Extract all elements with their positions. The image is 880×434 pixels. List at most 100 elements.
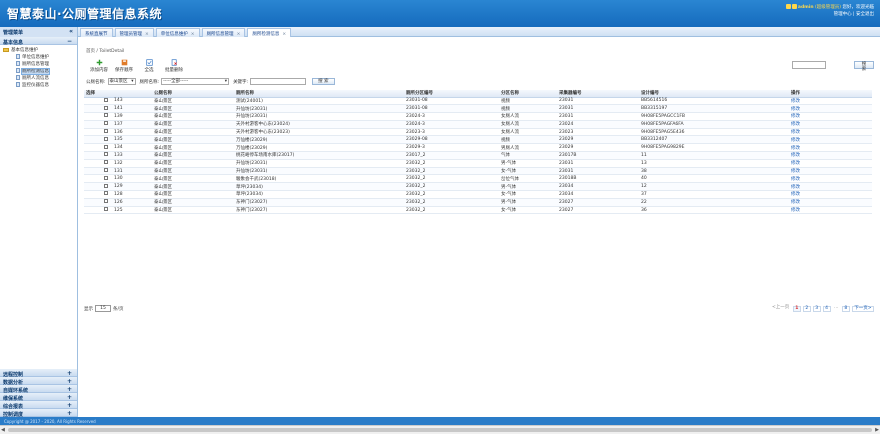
edit-link[interactable]: 修改 (789, 120, 872, 129)
edit-link[interactable]: 修改 (789, 151, 872, 160)
pagination: <上一页 1 2 3 4... 8 下一页> (769, 305, 874, 312)
row-checkbox[interactable] (104, 160, 108, 165)
tab-2[interactable]: 单位信息维护 × (155, 28, 200, 37)
table-row[interactable]: 141 泰山景区 升仙坊(23031) 23031-08 视频 23031 BB331519… (84, 104, 872, 114)
row-checkbox[interactable] (104, 175, 108, 180)
page-last[interactable]: 8 (841, 306, 850, 312)
table-row[interactable]: 126 泰山景区 东神门(23027) 23032_2 男-气体 23027 22 修改 (84, 198, 872, 207)
page-4[interactable]: 4 (822, 306, 831, 312)
quick-search-input[interactable] (792, 61, 826, 69)
tree-root[interactable]: 基本信息维护 (3, 47, 74, 54)
toilet-select[interactable]: -----全部----- (161, 78, 230, 85)
tree-item-2[interactable]: 厕所检测信息 (3, 68, 74, 75)
save-order-button[interactable]: 保存顺序 (113, 59, 135, 73)
scroll-right-icon[interactable]: ▶ (875, 427, 879, 433)
tree-item-1[interactable]: 厕所信息管理 (3, 61, 74, 68)
sidebar-section-4[interactable]: 综合报表 + (0, 401, 77, 410)
tree-item-0[interactable]: 单位信息维护 (3, 54, 74, 61)
edit-link[interactable]: 修改 (789, 174, 872, 184)
table-row[interactable]: 129 泰山景区 草坪(23034) 23032_2 男-气体 23034 12 修改 (84, 182, 872, 192)
expand-icon[interactable]: + (67, 378, 72, 385)
close-icon[interactable]: × (237, 32, 241, 37)
tree-item-3[interactable]: 厕所人流信息 (3, 75, 74, 82)
collapse-toggle-icon[interactable]: − (67, 38, 72, 45)
table-row[interactable]: 136 泰山景区 天外村游客中心东(23023) 23023-3 女厕人流 23023 9H… (84, 128, 872, 137)
edit-link[interactable]: 修改 (789, 159, 872, 168)
tab-4[interactable]: 厕所检测信息 × (247, 28, 292, 37)
edit-link[interactable]: 修改 (789, 104, 872, 114)
page-size-input[interactable]: 15 (95, 305, 111, 312)
expand-icon[interactable]: + (67, 370, 72, 377)
tab-3[interactable]: 厕所信息管理 × (201, 28, 246, 37)
prev-page[interactable]: <上一页 (771, 305, 791, 312)
sidebar-section-3[interactable]: 维保系统 + (0, 393, 77, 402)
scroll-left-icon[interactable]: ◀ (1, 427, 5, 433)
header-links[interactable]: 管理中心 | 安全退出 (786, 11, 874, 18)
edit-link[interactable]: 修改 (789, 182, 872, 192)
search-button[interactable]: 搜 索 (312, 78, 335, 85)
close-icon[interactable]: × (282, 32, 286, 37)
row-checkbox[interactable] (104, 191, 108, 196)
table-row[interactable]: 137 泰山景区 天外村游客中心东(23024) 23024-3 女厕人流 23024 9H… (84, 120, 872, 129)
edit-link[interactable]: 修改 (789, 128, 872, 137)
edit-link[interactable]: 修改 (789, 190, 872, 199)
row-checkbox[interactable] (104, 136, 108, 141)
tree-item-4[interactable]: 监控仪器信息 (3, 82, 74, 89)
edit-link[interactable]: 修改 (789, 167, 872, 176)
row-checkbox[interactable] (104, 105, 108, 110)
area-select[interactable]: 泰山景区 (107, 78, 136, 85)
add-button[interactable]: 添加内容 (88, 59, 110, 73)
row-checkbox[interactable] (104, 121, 108, 126)
row-checkbox[interactable] (104, 207, 108, 212)
row-checkbox[interactable] (104, 144, 108, 149)
horizontal-scrollbar[interactable]: ◀ ▶ (0, 425, 880, 434)
quick-search-button[interactable]: 搜 索 (854, 61, 874, 72)
collapse-icon[interactable]: « (69, 28, 73, 35)
row-checkbox[interactable] (104, 199, 108, 204)
expand-icon[interactable]: + (67, 410, 72, 417)
select-all-button[interactable]: 全选 (138, 59, 160, 73)
table-row[interactable]: 134 泰山景区 万仙楼(23029) 23029-3 男厕人流 23029 9H08FE5… (84, 143, 872, 153)
expand-icon[interactable]: + (67, 402, 72, 409)
sidebar-section-2[interactable]: 自媒环系统 + (0, 385, 77, 394)
scroll-thumb[interactable] (8, 428, 872, 432)
sidebar-section-0[interactable]: 远程控制 + (0, 369, 77, 378)
close-icon[interactable]: × (191, 32, 195, 37)
page-2[interactable]: 2 (802, 306, 811, 312)
row-checkbox[interactable] (104, 183, 108, 188)
row-checkbox[interactable] (104, 129, 108, 134)
batch-delete-button[interactable]: 批量删除 (163, 59, 185, 73)
expand-icon[interactable]: + (67, 386, 72, 393)
home-icon[interactable] (785, 4, 791, 9)
close-icon[interactable]: × (145, 32, 149, 37)
table-row[interactable]: 133 泰山景区 桃花峪停车场南水库(23017) 23017_2 气体 23017B 11… (84, 151, 872, 160)
tab-1[interactable]: 管理员管理 × (114, 28, 154, 37)
sidebar-section-5[interactable]: 控制调度 + (0, 409, 77, 418)
tab-0[interactable]: 系统直展节 (80, 28, 113, 37)
sidebar-section-1[interactable]: 数据分析 + (0, 377, 77, 386)
table-row[interactable]: 125 泰山景区 东神门(23027) 23032_2 女-气体 23027 36 修改 (84, 206, 872, 215)
keyword-input[interactable] (250, 78, 307, 85)
edit-link[interactable]: 修改 (789, 143, 872, 153)
sidebar-section-basic[interactable]: 基本信息 − (0, 37, 77, 46)
row-checkbox[interactable] (104, 152, 108, 157)
table-row[interactable]: 139 泰山景区 升仙坊(23031) 23024-3 女厕人流 23031 9H08FE5… (84, 112, 872, 121)
table-row[interactable]: 131 泰山景区 升仙坊(23031) 23032_2 女-气体 23031 38 修改 (84, 167, 872, 176)
page-3[interactable]: 3 (812, 306, 821, 312)
row-checkbox[interactable] (104, 97, 108, 102)
next-page[interactable]: 下一页> (851, 306, 874, 312)
edit-link[interactable]: 修改 (789, 206, 872, 215)
page-1[interactable]: 1 (792, 306, 801, 312)
expand-icon[interactable]: + (67, 394, 72, 401)
edit-link[interactable]: 修改 (789, 198, 872, 207)
table-row[interactable]: 130 泰山景区 駿象会千武(23018) 23032_2 岔位气体 23018B 40 修改 (84, 174, 872, 184)
table-row[interactable]: 132 泰山景区 升仙坊(23031) 23032_2 男-气体 23031 13 修改 (84, 159, 872, 168)
row-checkbox[interactable] (104, 168, 108, 173)
row-checkbox[interactable] (104, 113, 108, 118)
edit-link[interactable]: 修改 (789, 112, 872, 121)
table-row[interactable]: 128 泰山景区 草坪(23034) 23032_2 女-气体 23034 37 修改 (84, 190, 872, 199)
table-row[interactable]: 135 泰山景区 万仙楼(23029) 23029-08 视频 23029 BB331240… (84, 135, 872, 145)
edit-link[interactable]: 修改 (789, 135, 872, 145)
table-row[interactable]: 143 泰山景区 测试(24001) 23031-08 视频 23031 BB5614516… (84, 97, 872, 106)
edit-link[interactable]: 修改 (789, 97, 872, 106)
